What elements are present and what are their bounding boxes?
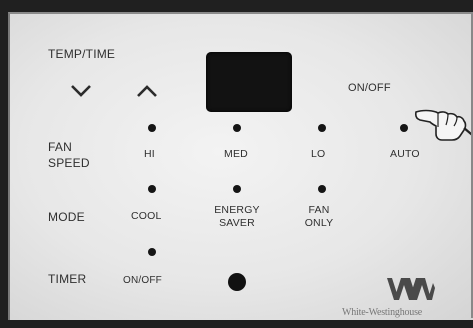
brand-logo <box>386 276 436 302</box>
fan-speed-hi-led <box>148 124 156 132</box>
energy-saver-line2: SAVER <box>219 217 255 229</box>
power-label[interactable]: ON/OFF <box>348 82 391 95</box>
control-panel-photo: TEMP/TIME ON/OFF FAN SPEED HI MED LO AUT… <box>0 0 473 328</box>
fan-speed-auto-button[interactable]: AUTO <box>390 148 420 161</box>
fan-speed-med-button[interactable]: MED <box>224 148 248 161</box>
timer-led <box>148 248 156 256</box>
fan-speed-label-line2: SPEED <box>48 156 90 170</box>
mode-energy-saver-button[interactable]: ENERGY SAVER <box>206 204 268 230</box>
fan-speed-label: FAN SPEED <box>48 139 90 171</box>
fan-only-line1: FAN <box>308 204 330 216</box>
mode-label: MODE <box>48 210 85 224</box>
energy-saver-line1: ENERGY <box>214 204 260 216</box>
chevron-up-icon[interactable] <box>136 83 158 99</box>
temperature-display <box>206 52 292 112</box>
brand-name: White-Westinghouse <box>342 307 423 318</box>
temp-time-label: TEMP/TIME <box>48 47 116 61</box>
mode-fan-only-button[interactable]: FAN ONLY <box>298 204 340 230</box>
mode-fan-only-led <box>318 185 326 193</box>
fan-speed-label-line1: FAN <box>48 140 72 154</box>
fan-speed-med-led <box>233 124 241 132</box>
fan-speed-hi-button[interactable]: HI <box>144 148 155 161</box>
pointing-hand-icon <box>414 100 473 148</box>
fan-only-line2: ONLY <box>304 217 334 229</box>
mode-cool-button[interactable]: COOL <box>131 210 162 223</box>
mode-cool-led <box>148 185 156 193</box>
fan-speed-lo-led <box>318 124 326 132</box>
fan-speed-lo-button[interactable]: LO <box>311 148 325 161</box>
timer-on-off-button[interactable]: ON/OFF <box>123 274 162 287</box>
control-panel: TEMP/TIME ON/OFF FAN SPEED HI MED LO AUT… <box>8 12 473 320</box>
round-button[interactable] <box>228 273 246 291</box>
mode-energy-saver-led <box>233 185 241 193</box>
chevron-down-icon[interactable] <box>70 83 92 99</box>
fan-speed-auto-led <box>400 124 408 132</box>
timer-label: TIMER <box>48 272 87 286</box>
